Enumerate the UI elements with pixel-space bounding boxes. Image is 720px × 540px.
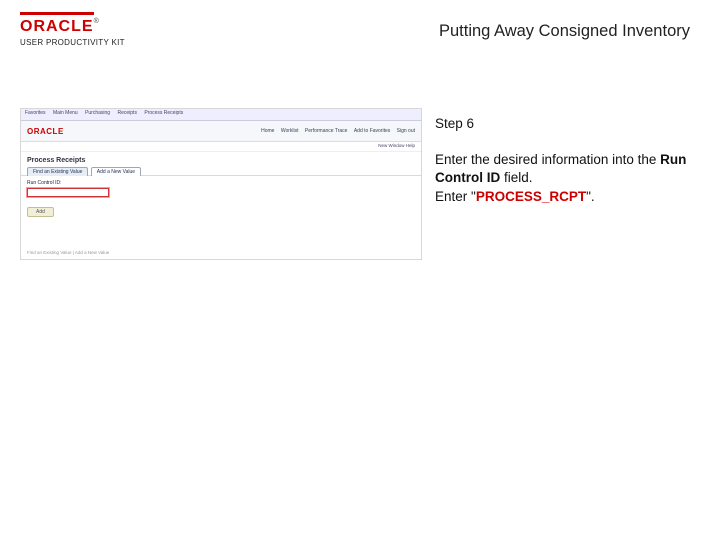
brand-name: ORACLE bbox=[20, 18, 94, 35]
add-button[interactable]: Add bbox=[27, 207, 54, 217]
crumb[interactable]: Receipts bbox=[117, 110, 136, 116]
run-control-id-input[interactable] bbox=[27, 188, 109, 197]
step-label: Step 6 bbox=[435, 115, 695, 133]
nav-link-worklist[interactable]: Worklist bbox=[281, 128, 299, 134]
tab-find-existing[interactable]: Find an Existing Value bbox=[27, 167, 88, 176]
instruction-text: Enter the desired information into the R… bbox=[435, 151, 695, 206]
crumb[interactable]: Favorites bbox=[25, 110, 46, 116]
field-label: Run Control ID: bbox=[27, 180, 415, 186]
instr-frag-4: ". bbox=[586, 189, 595, 204]
crumb[interactable]: Purchasing bbox=[85, 110, 110, 116]
app-screenshot: Favorites Main Menu Purchasing Receipts … bbox=[20, 108, 422, 260]
trademark: ® bbox=[94, 18, 99, 25]
crumb[interactable]: Process Receipts bbox=[144, 110, 183, 116]
instr-frag-3: Enter " bbox=[435, 189, 476, 204]
sub-bar: New Window Help bbox=[21, 142, 421, 152]
mini-footer: Find an Existing Value | Add a New Value bbox=[27, 250, 109, 255]
mini-oracle-logo: ORACLE bbox=[27, 127, 64, 136]
nav-link-signout[interactable]: Sign out bbox=[397, 128, 415, 134]
top-nav: Home Worklist Performance Trace Add to F… bbox=[256, 128, 415, 134]
nav-link-home[interactable]: Home bbox=[261, 128, 274, 134]
instr-frag-1: Enter the desired information into the bbox=[435, 152, 660, 167]
instr-frag-2: field. bbox=[500, 170, 532, 185]
page-root: ORACLE® USER PRODUCTIVITY KIT Putting Aw… bbox=[0, 0, 720, 540]
page-title: Putting Away Consigned Inventory bbox=[439, 22, 690, 41]
tab-add-new[interactable]: Add a New Value bbox=[91, 167, 141, 176]
header: ORACLE® USER PRODUCTIVITY KIT bbox=[20, 12, 125, 47]
breadcrumb: Favorites Main Menu Purchasing Receipts … bbox=[21, 109, 421, 121]
oracle-logo: ORACLE® bbox=[20, 12, 99, 36]
product-line: USER PRODUCTIVITY KIT bbox=[20, 38, 125, 47]
form-area: Run Control ID: Add bbox=[21, 175, 421, 223]
instruction-panel: Step 6 Enter the desired information int… bbox=[435, 115, 695, 206]
nav-link-fav[interactable]: Add to Favorites bbox=[354, 128, 390, 134]
mini-page-heading: Process Receipts bbox=[21, 152, 421, 167]
instr-value: PROCESS_RCPT bbox=[476, 189, 586, 204]
nav-link-perf[interactable]: Performance Trace bbox=[305, 128, 348, 134]
app-topbar: ORACLE Home Worklist Performance Trace A… bbox=[21, 121, 421, 142]
crumb[interactable]: Main Menu bbox=[53, 110, 78, 116]
logo-bar-icon bbox=[20, 12, 94, 15]
